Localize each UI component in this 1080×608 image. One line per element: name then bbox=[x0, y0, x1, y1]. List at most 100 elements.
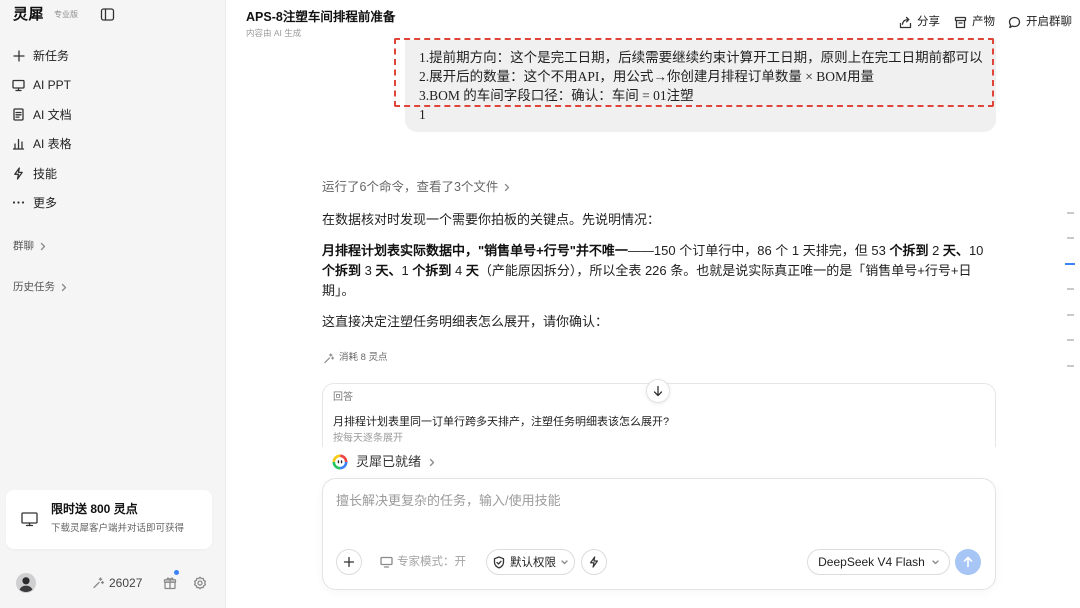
points-balance[interactable]: 26027 bbox=[92, 576, 142, 590]
group-label: 群聊 bbox=[13, 240, 34, 252]
answer-card-label: 回答 bbox=[333, 392, 353, 403]
chevron-right-icon bbox=[504, 183, 510, 192]
gear-icon[interactable] bbox=[193, 576, 207, 590]
chevron-right-icon bbox=[40, 242, 46, 251]
artifacts-label: 产物 bbox=[972, 16, 995, 28]
highlight-annotation bbox=[394, 38, 994, 107]
expert-mode-label: 专家模式：开 bbox=[397, 556, 466, 568]
plus-icon bbox=[343, 556, 355, 568]
send-button[interactable] bbox=[955, 549, 981, 575]
arrow-up-icon bbox=[962, 556, 974, 568]
detail-segment: 3 bbox=[361, 263, 376, 278]
scroll-marker-active[interactable] bbox=[1065, 263, 1075, 265]
detail-segment: 4 bbox=[451, 263, 466, 278]
chevron-right-icon bbox=[429, 458, 435, 467]
model-label: DeepSeek V4 Flash bbox=[818, 555, 925, 569]
detail-segment: 2 bbox=[928, 243, 943, 258]
expert-mode-toggle[interactable]: 专家模式：开 bbox=[380, 555, 466, 569]
more-icon bbox=[12, 196, 25, 209]
activity-summary[interactable]: 运行了6个命令，查看了3个文件 bbox=[322, 179, 510, 195]
model-select[interactable]: DeepSeek V4 Flash bbox=[807, 549, 950, 575]
chevron-down-icon bbox=[932, 559, 939, 565]
scroll-down-button[interactable] bbox=[646, 379, 670, 403]
ai-generated-note: 内容由 AI 生成 bbox=[246, 28, 302, 38]
cost-text: 消耗 8 灵点 bbox=[339, 352, 388, 363]
sidebar-item-label: 技能 bbox=[33, 166, 58, 181]
sidebar-item-ai-doc[interactable]: AI 文档 bbox=[6, 100, 212, 129]
sparkle-icon bbox=[92, 577, 104, 589]
detail-segment: 天、 bbox=[375, 263, 402, 278]
message-composer: 专家模式：开 默认权限 DeepSeek V4 Flash bbox=[322, 478, 996, 590]
lightning-icon bbox=[12, 167, 25, 180]
edition-badge: 专业版 bbox=[54, 10, 78, 19]
answer-card-question: 月排程计划表里同一订单行跨多天排产，注塑任务明细表该怎么展开? bbox=[333, 416, 670, 428]
sidebar-group-history[interactable]: 历史任务 bbox=[13, 280, 67, 294]
sidebar-item-ai-ppt[interactable]: AI PPT bbox=[6, 70, 212, 99]
user-message-line: 1 bbox=[419, 106, 426, 122]
permission-select[interactable]: 默认权限 bbox=[486, 549, 575, 575]
sidebar-item-ai-sheet[interactable]: AI 表格 bbox=[6, 129, 212, 158]
share-button[interactable]: 分享 bbox=[899, 15, 940, 29]
detail-segment: 个拆到 bbox=[322, 263, 362, 278]
agent-status[interactable]: 灵犀已就绪 bbox=[332, 454, 435, 470]
permission-label: 默认权限 bbox=[510, 557, 556, 569]
sidebar-item-more[interactable]: 更多 bbox=[6, 188, 212, 217]
presentation-icon bbox=[12, 79, 25, 92]
gift-icon[interactable] bbox=[163, 576, 177, 590]
sidebar-item-label: 更多 bbox=[33, 196, 58, 211]
detail-segment: ——150 个订单行中，86 个 1 天排完，但 53 bbox=[627, 243, 890, 258]
sidebar-group-chats[interactable]: 群聊 bbox=[13, 239, 46, 253]
scroll-marker[interactable] bbox=[1067, 212, 1074, 214]
detail-segment: 月排程计划表实际数据中，"销售单号+行号"并不唯一 bbox=[322, 243, 628, 258]
bar-chart-icon bbox=[12, 137, 25, 151]
promo-subtitle: 下载灵犀客户端并对话即可获得 bbox=[51, 523, 185, 534]
scroll-marker[interactable] bbox=[1067, 314, 1074, 316]
skills-button[interactable] bbox=[581, 549, 607, 575]
sparkle-icon bbox=[323, 352, 334, 364]
lingxi-logo-icon bbox=[332, 454, 348, 470]
group-label: 历史任务 bbox=[13, 281, 55, 293]
scroll-marker[interactable] bbox=[1067, 365, 1074, 367]
sidebar-item-label: AI PPT bbox=[33, 78, 72, 93]
detail-segment: 天、 bbox=[942, 243, 969, 258]
sidebar-toggle-icon[interactable] bbox=[100, 7, 115, 22]
group-chat-button[interactable]: 开启群聊 bbox=[1008, 15, 1072, 29]
attach-button[interactable] bbox=[336, 549, 362, 575]
activity-text: 运行了6个命令，查看了3个文件 bbox=[322, 180, 499, 194]
sidebar-menu: 新任务 AI PPT AI 文档 AI 表格 技能 更多 bbox=[6, 41, 212, 217]
reply-question: 这直接决定注塑任务明细表怎么展开，请你确认： bbox=[322, 314, 609, 329]
sidebar-item-label: AI 文档 bbox=[33, 107, 72, 122]
detail-segment: 个拆到 bbox=[889, 243, 929, 258]
sidebar-item-skills[interactable]: 技能 bbox=[6, 159, 212, 188]
promo-card[interactable]: 限时送 800 灵点 下载灵犀客户端并对话即可获得 bbox=[6, 490, 212, 549]
page-title: APS-8注塑车间排程前准备 bbox=[246, 10, 396, 24]
share-label: 分享 bbox=[917, 16, 940, 28]
detail-segment: 1 bbox=[401, 263, 413, 278]
status-text: 灵犀已就绪 bbox=[356, 454, 422, 469]
answer-option[interactable]: 按每天逐条展开 bbox=[333, 433, 403, 445]
chat-icon bbox=[1008, 16, 1021, 29]
monitor-icon bbox=[380, 556, 393, 568]
scroll-marker[interactable] bbox=[1067, 237, 1074, 239]
promo-title: 限时送 800 灵点 bbox=[51, 502, 138, 516]
sidebar-item-label: AI 表格 bbox=[33, 137, 72, 152]
chevron-right-icon bbox=[61, 283, 67, 292]
notification-dot bbox=[174, 570, 179, 575]
monitor-icon bbox=[21, 512, 38, 527]
detail-segment: 10 bbox=[968, 243, 984, 258]
app-logo: 灵犀 bbox=[13, 6, 45, 23]
message-input[interactable] bbox=[336, 492, 976, 532]
artifacts-button[interactable]: 产物 bbox=[954, 15, 995, 29]
avatar[interactable] bbox=[16, 573, 36, 593]
document-icon bbox=[12, 108, 25, 121]
sidebar-item-new-task[interactable]: 新任务 bbox=[6, 41, 212, 70]
group-chat-label: 开启群聊 bbox=[1026, 16, 1072, 28]
reply-detail: 月排程计划表实际数据中，"销售单号+行号"并不唯一——150 个订单行中，86 … bbox=[322, 241, 996, 301]
detail-segment: 天 bbox=[465, 263, 479, 278]
archive-icon bbox=[954, 16, 967, 29]
scroll-marker[interactable] bbox=[1067, 339, 1074, 341]
chevron-down-icon bbox=[561, 559, 568, 565]
sidebar-item-label: 新任务 bbox=[33, 49, 70, 64]
arrow-down-icon bbox=[652, 385, 664, 397]
scroll-marker[interactable] bbox=[1067, 288, 1074, 290]
